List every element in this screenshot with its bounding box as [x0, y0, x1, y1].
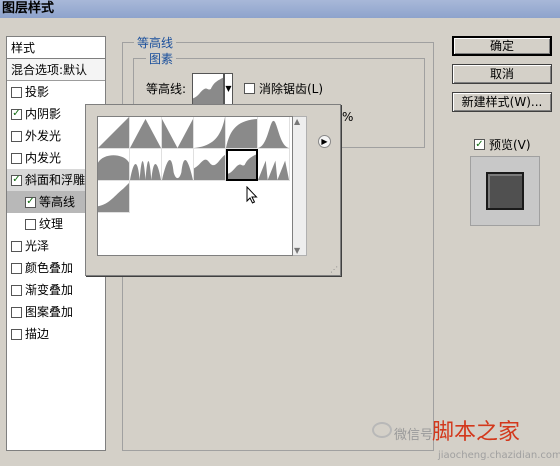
watermark-url-text: jiaocheng.chazidian.com	[438, 450, 560, 461]
cove-shallow-contour-icon	[226, 118, 257, 148]
style-item-label: 斜面和浮雕	[25, 173, 86, 187]
style-item-checkbox[interactable]	[11, 328, 22, 340]
style-item-checkbox[interactable]	[11, 284, 22, 296]
contour-preset[interactable]	[162, 117, 194, 149]
elements-subgroup-title: 图素	[146, 50, 177, 67]
style-item-checkbox[interactable]	[25, 218, 36, 230]
preview-swatch	[486, 172, 524, 210]
ring-contour-icon	[130, 161, 161, 180]
contour-preset[interactable]	[226, 117, 258, 149]
style-item-label: 颜色叠加	[25, 261, 74, 275]
resize-grip-icon[interactable]: ⋰	[330, 265, 338, 274]
mouse-pointer-icon	[246, 186, 258, 204]
style-item-label: 等高线	[39, 195, 76, 209]
contour-group-title: 等高线	[134, 34, 177, 51]
window-titlebar: 图层样式	[0, 0, 560, 18]
sawtooth-contour-icon	[258, 160, 289, 180]
contour-preset[interactable]	[258, 149, 290, 181]
contour-preview-icon	[193, 77, 223, 104]
half-round-contour-icon	[98, 155, 129, 180]
picker-scrollbar[interactable]: ▲ ▼	[293, 116, 307, 256]
contour-preset[interactable]	[130, 149, 162, 181]
contour-preset[interactable]	[194, 117, 226, 149]
style-item-checkbox[interactable]: ✓	[11, 174, 22, 186]
style-item-checkbox[interactable]	[11, 86, 22, 98]
cone-contour-icon	[130, 118, 161, 148]
cove-deep-contour-icon	[194, 117, 225, 148]
triangle-right-icon: ▶	[321, 137, 328, 146]
ok-button[interactable]: 确定	[452, 36, 552, 56]
picker-menu-button[interactable]: ▶	[318, 135, 331, 148]
style-item[interactable]: 描边	[7, 323, 105, 345]
contour-dropdown-arrow[interactable]: ▼	[224, 73, 233, 105]
scroll-up-icon[interactable]: ▲	[294, 117, 300, 126]
layer-style-dialog: 样式 混合选项:默认 投影 ✓ 内阴影 外发光 内发光 ✓ 斜面和浮雕 ✓ 等高线 纹理 光泽 颜色叠…	[0, 18, 560, 461]
style-item-label: 图案叠加	[25, 305, 74, 319]
style-item-label: 内阴影	[25, 107, 62, 121]
style-item-label: 内发光	[25, 151, 62, 165]
range-percent-suffix: %	[342, 110, 354, 124]
custom-contour-icon	[98, 182, 129, 212]
contour-preset[interactable]	[98, 149, 130, 181]
style-item-checkbox[interactable]	[11, 240, 22, 252]
contour-preview-swatch[interactable]	[192, 73, 224, 105]
style-item-label: 渐变叠加	[25, 283, 74, 297]
style-item-checkbox[interactable]	[11, 306, 22, 318]
style-item-checkbox[interactable]	[11, 262, 22, 274]
anti-alias-label: 消除锯齿(L)	[259, 82, 324, 96]
preview-check-box[interactable]: ✓	[474, 139, 485, 150]
watermark-brand-text: 脚本之家	[432, 420, 521, 445]
new-style-button[interactable]: 新建样式(W)...	[452, 92, 552, 112]
style-preview	[470, 156, 540, 226]
rounded-steps-contour-icon	[228, 154, 256, 179]
style-item-label: 纹理	[39, 217, 64, 231]
anti-alias-check-box[interactable]	[244, 83, 255, 94]
style-item[interactable]: 图案叠加	[7, 301, 105, 323]
style-item-checkbox[interactable]	[11, 152, 22, 164]
contour-preset[interactable]	[162, 149, 194, 181]
gaussian-contour-icon	[258, 120, 289, 148]
style-item-label: 外发光	[25, 129, 62, 143]
contour-picker-popup: ▲ ▼ ▶ ⋰	[85, 104, 341, 276]
cancel-button[interactable]: 取消	[452, 64, 552, 84]
preview-label: 预览(V)	[489, 138, 531, 152]
cone-inverted-contour-icon	[162, 118, 193, 148]
scroll-down-icon[interactable]: ▼	[294, 246, 300, 255]
contour-preset[interactable]	[130, 117, 162, 149]
style-item-label: 投影	[25, 85, 50, 99]
contour-preset[interactable]	[98, 117, 130, 149]
contour-preset[interactable]	[226, 149, 258, 181]
style-item[interactable]: 投影	[7, 81, 105, 103]
contour-label: 等高线:	[146, 82, 187, 96]
preview-checkbox[interactable]: ✓ 预览(V)	[474, 136, 531, 153]
window-title: 图层样式	[2, 1, 55, 16]
style-item-checkbox[interactable]: ✓	[25, 196, 36, 208]
contour-preset[interactable]	[258, 117, 290, 149]
rolling-slope-contour-icon	[194, 154, 225, 180]
contour-preset-grid	[97, 116, 293, 256]
ring-double-contour-icon	[162, 160, 193, 180]
styles-header[interactable]: 样式	[7, 37, 105, 59]
linear-contour-icon	[98, 117, 129, 148]
blending-options-item[interactable]: 混合选项:默认	[7, 59, 105, 81]
contour-preset[interactable]	[194, 149, 226, 181]
style-item-label: 光泽	[25, 239, 50, 253]
contour-preset[interactable]	[98, 181, 130, 213]
anti-alias-checkbox[interactable]: 消除锯齿(L)	[244, 80, 323, 97]
style-item-checkbox[interactable]	[11, 130, 22, 142]
style-item-checkbox[interactable]: ✓	[11, 108, 22, 120]
style-item[interactable]: 渐变叠加	[7, 279, 105, 301]
style-item-label: 描边	[25, 327, 50, 341]
